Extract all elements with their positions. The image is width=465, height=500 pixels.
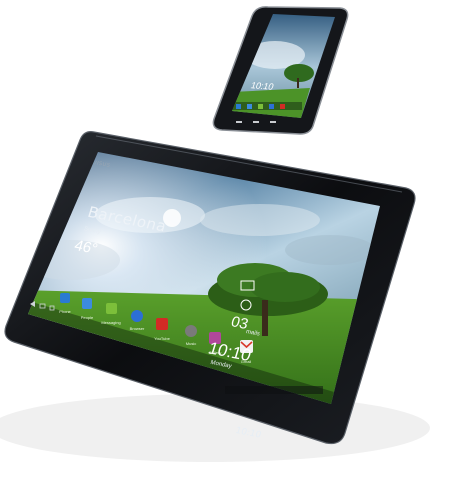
music-icon[interactable]: [185, 325, 197, 337]
gallery-icon[interactable]: [209, 332, 221, 344]
phone: [212, 6, 349, 135]
people-icon[interactable]: [82, 298, 92, 309]
youtube-icon[interactable]: [156, 318, 168, 330]
browser-icon[interactable]: [131, 310, 143, 322]
messaging-icon[interactable]: [106, 303, 117, 314]
sun-icon: [163, 209, 181, 227]
tablet: [4, 131, 416, 445]
devices-photo: [0, 6, 430, 462]
phone-icon[interactable]: [60, 293, 70, 303]
